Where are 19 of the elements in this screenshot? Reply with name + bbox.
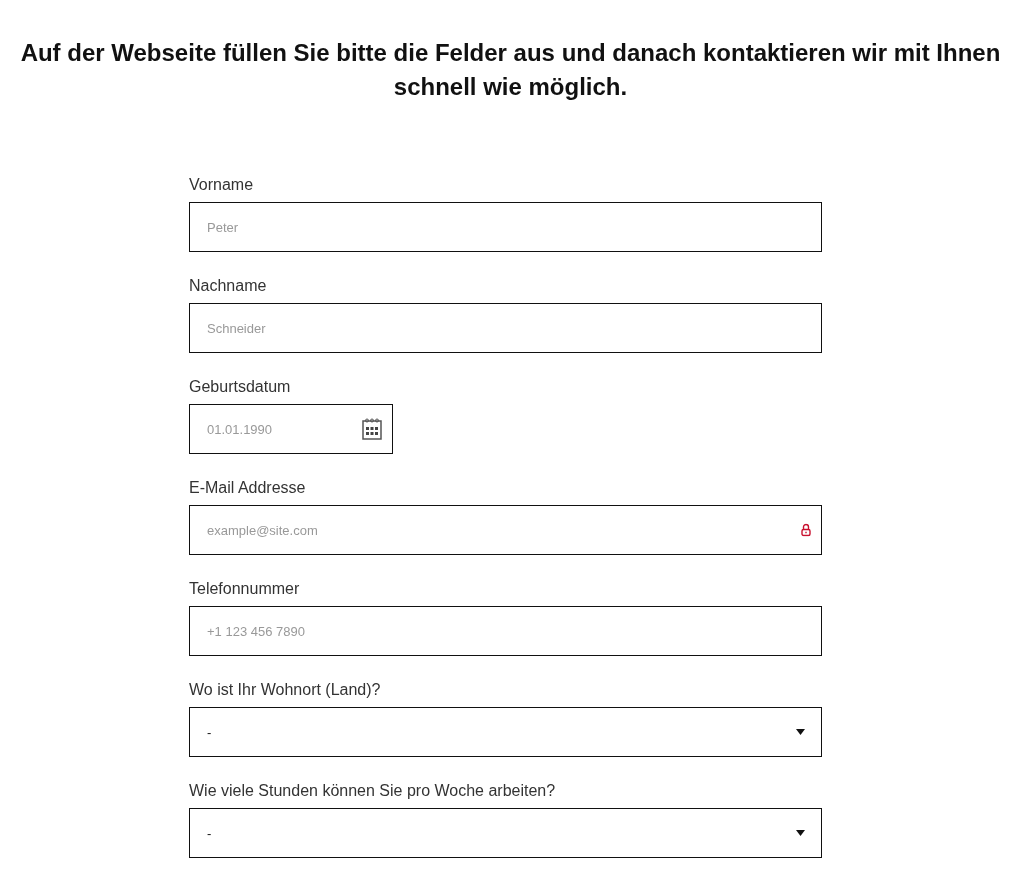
dropdown-field[interactable]: -	[189, 808, 822, 858]
caret-icon	[796, 729, 805, 735]
input-field[interactable]: +1 123 456 7890	[189, 606, 822, 656]
page-heading: Auf der Webseite füllen Sie bitte die Felder aus und danach kontaktieren wir mit Ihnen schnell wie möglich.	[20, 38, 1001, 102]
lock-icon	[801, 523, 811, 537]
calendar-icon[interactable]	[362, 418, 382, 440]
field-label: E-Mail Addresse	[189, 479, 306, 497]
dropdown-field[interactable]: -	[189, 707, 822, 757]
input-field[interactable]: Peter	[189, 202, 822, 252]
field-label: Wie viele Stunden können Sie pro Woche arbeiten?	[189, 782, 556, 800]
field-label: Telefonnummer	[189, 580, 300, 598]
field-label: Nachname	[189, 277, 267, 295]
input-field[interactable]: Schneider	[189, 303, 822, 353]
caret-icon	[796, 830, 805, 836]
email-field[interactable]: example@site.com	[189, 505, 822, 555]
field-label: Vorname	[189, 176, 254, 194]
field-label: Geburtsdatum	[189, 378, 291, 396]
date-field[interactable]: 01.01.1990	[189, 404, 393, 454]
field-label: Wo ist Ihr Wohnort (Land)?	[189, 681, 381, 699]
